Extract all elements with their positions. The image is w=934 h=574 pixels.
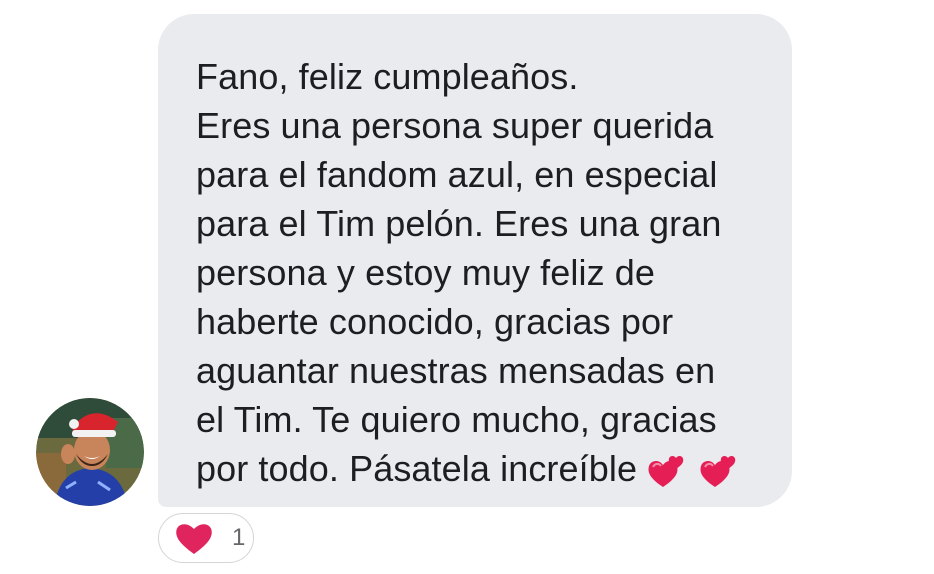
- message-line: aguantar nuestras mensadas en: [196, 350, 716, 391]
- emoji-group: [647, 444, 739, 493]
- two-hearts-icon: [700, 456, 736, 488]
- message-line: para el fandom azul, en especial: [196, 154, 718, 195]
- message-bubble[interactable]: Fano, feliz cumpleaños. Eres una persona…: [158, 14, 792, 507]
- message-line: haberte conocido, gracias por: [196, 301, 674, 342]
- two-hearts-icon: [648, 456, 684, 488]
- avatar[interactable]: [36, 398, 144, 506]
- message-line: Fano, feliz cumpleaños.: [196, 56, 579, 97]
- message-line: por todo. Pásatela increíble: [196, 448, 638, 489]
- message-line: el Tim. Te quiero mucho, gracias: [196, 399, 717, 440]
- message-last-line: por todo. Pásatela increíble: [196, 444, 752, 493]
- heart-icon: [176, 524, 212, 554]
- message-line: persona y estoy muy feliz de: [196, 252, 656, 293]
- reaction-count: 1: [232, 524, 246, 551]
- message-line: Eres una persona super querida: [196, 105, 714, 146]
- reaction-pill[interactable]: 1: [158, 513, 254, 563]
- chat-view: Fano, feliz cumpleaños. Eres una persona…: [0, 0, 934, 574]
- message-line: para el Tim pelón. Eres una gran: [196, 203, 722, 244]
